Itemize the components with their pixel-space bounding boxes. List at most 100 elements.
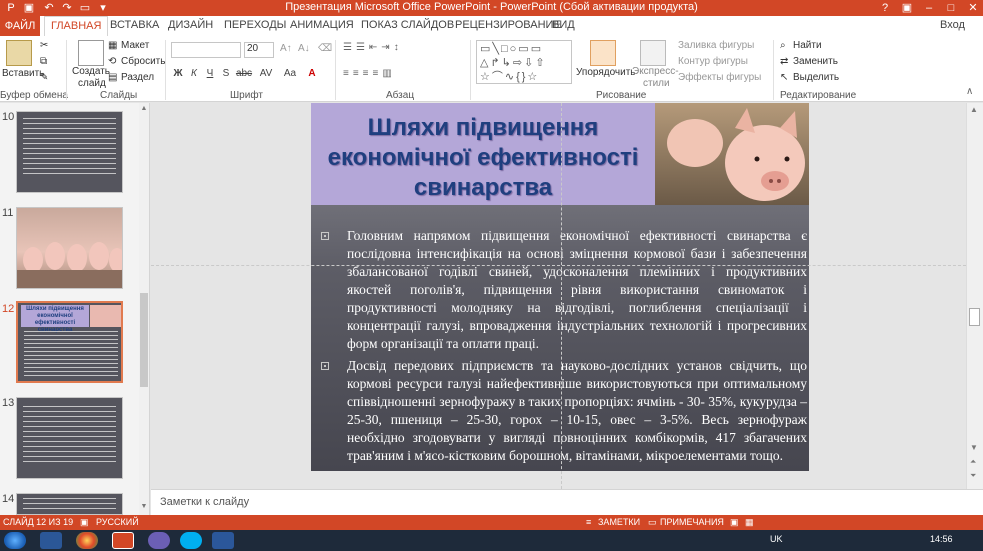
slide-canvas[interactable]: Шляхи підвищення економічної ефективност… [311, 103, 809, 471]
skype-taskbar-icon[interactable] [180, 532, 202, 549]
quick-styles-icon[interactable] [640, 40, 666, 66]
bullet-icon [321, 362, 329, 370]
scroll-thumb[interactable] [140, 293, 148, 387]
section-button[interactable]: Раздел [121, 72, 154, 83]
previous-slide-icon[interactable]: ⏶ [970, 457, 976, 467]
tab-slideshow[interactable]: ПОКАЗ СЛАЙДОВ [361, 19, 454, 31]
font-size-combo[interactable]: 20 [244, 42, 274, 58]
scroll-down-icon[interactable]: ▼ [140, 503, 148, 510]
select-button[interactable]: Выделить [793, 72, 839, 83]
shape-outline-button[interactable]: Контур фигуры [678, 56, 748, 67]
reset-button[interactable]: Сбросить [121, 56, 165, 67]
format-painter-icon[interactable]: ✎ [40, 72, 48, 83]
change-case-button[interactable]: Aa [282, 68, 298, 79]
start-button-icon[interactable] [4, 532, 26, 549]
pig-photo[interactable] [655, 103, 809, 205]
group-label-drawing: Рисование [596, 90, 647, 101]
thumbnail-text-lines [24, 331, 118, 379]
collapse-ribbon-icon[interactable]: ∧ [966, 86, 973, 97]
find-button[interactable]: Найти [793, 40, 822, 51]
arrange-icon[interactable] [590, 40, 616, 66]
slide-scrollbar[interactable]: ▲ ▼ ⏶ ⏷ [966, 103, 983, 489]
minimize-button[interactable]: – [918, 0, 940, 16]
shapes-gallery[interactable]: ▭╲□○▭▭ △↱↳⇨⇩⇧ ☆⌒∿{}☆ [476, 40, 572, 84]
powerpoint-taskbar-icon[interactable] [112, 532, 134, 549]
thumbnails-scrollbar[interactable]: ▲ ▼ [139, 103, 149, 515]
bold-button[interactable]: Ж [172, 68, 184, 79]
ribbon: Вставить ✂ ⧉ ✎ Буфер обмена Создать слай… [0, 36, 983, 102]
quick-styles-button[interactable]: Экспресс- [632, 66, 679, 77]
explorer-taskbar-icon[interactable] [40, 532, 62, 549]
language-indicator[interactable]: РУССКИЙ [96, 517, 139, 527]
slide-thumbnail-10[interactable] [16, 111, 123, 193]
tab-transitions[interactable]: ПЕРЕХОДЫ [224, 19, 286, 31]
layout-button[interactable]: Макет [121, 40, 149, 51]
shadow-button[interactable]: S [220, 68, 232, 79]
new-slide-icon[interactable] [78, 40, 104, 66]
sorter-view-icon[interactable]: ▦ [745, 517, 754, 528]
tab-animation[interactable]: АНИМАЦИЯ [290, 19, 354, 31]
strikethrough-button[interactable]: abc [234, 68, 254, 79]
normal-view-icon[interactable]: ▣ [730, 517, 739, 528]
paragraph-text: Головним напрямом підвищення економічної… [347, 228, 807, 351]
align-buttons-icon[interactable]: ≡≡≡≡▥ [343, 68, 396, 79]
chrome-taskbar-icon[interactable] [76, 532, 98, 549]
replace-button[interactable]: Заменить [793, 56, 838, 67]
slide-thumbnail-14[interactable] [16, 493, 123, 515]
shape-fill-button[interactable]: Заливка фигуры [678, 40, 754, 51]
title-box[interactable]: Шляхи підвищення економічної ефективност… [311, 103, 655, 205]
next-slide-icon[interactable]: ⏷ [970, 471, 976, 481]
comments-toggle-icon[interactable]: ▭ [648, 517, 657, 528]
scroll-up-icon[interactable]: ▲ [140, 105, 148, 112]
keyboard-language[interactable]: UK [770, 534, 783, 544]
shrink-font-icon[interactable]: A↓ [298, 43, 310, 54]
tab-file[interactable]: ФАЙЛ [0, 16, 40, 36]
slide-body-text[interactable]: Головним напрямом підвищення економічної… [321, 227, 807, 469]
slide-title[interactable]: Шляхи підвищення економічної ефективност… [311, 113, 655, 203]
grow-font-icon[interactable]: A↑ [280, 43, 292, 54]
word-taskbar-icon[interactable] [212, 532, 234, 549]
paste-icon[interactable] [6, 40, 32, 66]
underline-button[interactable]: Ч [204, 68, 216, 79]
spacing-button[interactable]: AV [258, 68, 274, 79]
scroll-thumb[interactable] [969, 308, 980, 326]
comments-toggle-button[interactable]: ПРИМЕЧАНИЯ [660, 517, 724, 527]
tab-view[interactable]: ВИД [552, 19, 575, 31]
spellcheck-icon[interactable]: ▣ [80, 517, 89, 528]
slide-thumbnail-12-selected[interactable]: Шляхи підвищення економічної ефективност… [16, 301, 123, 383]
italic-button[interactable]: К [188, 68, 200, 79]
new-slide-button[interactable]: Создать [72, 66, 110, 77]
notes-toggle-icon[interactable]: ≡ [586, 517, 591, 527]
viber-taskbar-icon[interactable] [148, 532, 170, 549]
font-name-combo[interactable] [171, 42, 241, 58]
new-slide-button-line2[interactable]: слайд [78, 78, 106, 89]
notes-toggle-button[interactable]: ЗАМЕТКИ [598, 517, 640, 527]
shape-effects-button[interactable]: Эффекты фигуры [678, 72, 761, 83]
tab-insert[interactable]: ВСТАВКА [110, 19, 159, 31]
slide-thumbnail-11[interactable] [16, 207, 123, 289]
system-clock: 14:56 [930, 534, 953, 544]
help-button[interactable]: ? [874, 0, 896, 16]
scroll-down-icon[interactable]: ▼ [970, 443, 978, 452]
slide-thumbnail-13[interactable] [16, 397, 123, 479]
slide-number: 12 [2, 303, 15, 315]
tab-design[interactable]: ДИЗАЙН [168, 19, 213, 31]
paste-button[interactable]: Вставить [2, 68, 44, 79]
arrange-button[interactable]: Упорядочить [576, 67, 636, 78]
cut-icon[interactable]: ✂ [40, 40, 48, 51]
scroll-up-icon[interactable]: ▲ [970, 105, 978, 114]
font-color-button[interactable]: A [306, 68, 318, 79]
close-button[interactable]: ✕ [962, 0, 983, 16]
notes-placeholder[interactable]: Заметки к слайду [160, 496, 249, 508]
group-label-paragraph: Абзац [386, 90, 415, 101]
maximize-button[interactable]: □ [940, 0, 962, 16]
tab-review[interactable]: РЕЦЕНЗИРОВАНИЕ [455, 19, 561, 31]
login-link[interactable]: Вход [940, 19, 965, 31]
quick-styles-button-line2[interactable]: стили [643, 78, 670, 89]
copy-icon[interactable]: ⧉ [40, 56, 47, 67]
section-icon: ▤ [108, 72, 118, 83]
tab-home[interactable]: ГЛАВНАЯ [44, 16, 109, 37]
list-buttons-icon[interactable]: ☰☰⇤⇥↕ [343, 42, 403, 53]
ribbon-display-options-icon[interactable]: ▣ [896, 0, 918, 16]
clear-format-icon[interactable]: ⌫ [318, 43, 332, 54]
